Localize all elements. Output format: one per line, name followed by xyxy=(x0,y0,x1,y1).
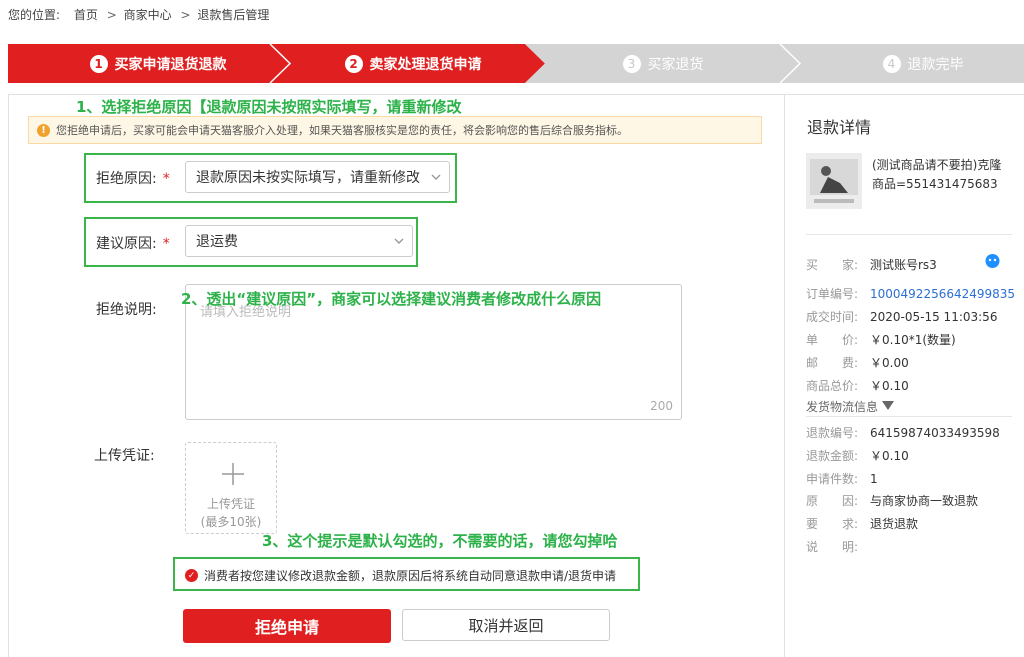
info-refund-number: 退款编号: 64159874033493598 xyxy=(806,426,1000,440)
logistics-toggle[interactable]: 发货物流信息 xyxy=(806,398,894,415)
auto-agree-checkbox[interactable]: ✓ 消费者按您建议修改退款金额，退款原因后将系统自动同意退款申请/退货申请 xyxy=(185,567,616,584)
step-3-number: 3 xyxy=(622,54,641,73)
info-order-number: 订单编号: 1000492256642499835 xyxy=(806,287,1016,301)
breadcrumb-mid[interactable]: 商家中心 xyxy=(124,8,172,22)
product-name[interactable]: (测试商品请不要拍)克隆商品=551431475683 xyxy=(872,156,1012,194)
breadcrumb-current: 退款售后管理 xyxy=(197,8,270,22)
step-1-label: 买家申请退货退款 xyxy=(114,56,227,73)
product-image-icon xyxy=(806,153,862,209)
reject-reason-label: 拒绝原因: * xyxy=(96,171,170,187)
step-1: 1 买家申请退货退款 xyxy=(68,44,248,83)
warning-banner: ! 您拒绝申请后，买家可能会申请天猫客服介入处理，如果天猫客服核实是您的责任，将… xyxy=(28,116,762,144)
reject-reason-value: 退款原因未按实际填写，请重新修改 xyxy=(196,170,420,186)
upload-limit: (最多10张) xyxy=(200,515,262,529)
upload-button[interactable]: 上传凭证 (最多10张) xyxy=(185,442,277,534)
breadcrumb-sep: > xyxy=(180,8,191,22)
side-divider xyxy=(806,234,1012,235)
info-request: 要 求: 退货退款 xyxy=(806,517,919,531)
product-thumbnail[interactable] xyxy=(806,153,862,209)
chevron-down-icon xyxy=(394,238,404,244)
suggest-reason-label: 建议原因: * xyxy=(96,236,170,252)
step-2-number: 2 xyxy=(344,54,363,73)
reject-button[interactable]: 拒绝申请 xyxy=(183,609,391,643)
upload-label: 上传凭证: xyxy=(94,448,155,464)
side-divider xyxy=(806,416,1012,417)
suggest-reason-value: 退运费 xyxy=(196,234,238,250)
step-4-label: 退款完毕 xyxy=(907,56,964,73)
warning-text: 您拒绝申请后，买家可能会申请天猫客服介入处理，如果天猫客服核实是您的责任，将会影… xyxy=(56,124,628,137)
info-note: 说 明: xyxy=(806,540,859,554)
info-total: 商品总价: ￥0.10 xyxy=(806,379,909,393)
warning-icon: ! xyxy=(37,123,50,137)
suggest-reason-select[interactable]: 退运费 xyxy=(185,225,413,257)
cancel-return-button[interactable]: 取消并返回 xyxy=(402,609,610,641)
breadcrumb: 您的位置: 首页 > 商家中心 > 退款售后管理 xyxy=(8,6,271,23)
explain-char-count: 200 xyxy=(650,399,673,413)
step-2: 2 卖家处理退货申请 xyxy=(323,44,503,83)
breadcrumb-home[interactable]: 首页 xyxy=(74,8,98,22)
step-3-label: 买家退货 xyxy=(647,56,704,73)
info-shipping: 邮 费: ￥0.00 xyxy=(806,356,909,370)
step-4-number: 4 xyxy=(882,54,901,73)
chevron-down-icon xyxy=(431,174,441,180)
info-unit-price: 单 价: ￥0.10*1(数量) xyxy=(806,333,956,347)
chat-icon[interactable] xyxy=(984,252,1001,269)
triangle-down-icon xyxy=(881,401,894,410)
check-icon: ✓ xyxy=(185,569,198,582)
reject-reason-select[interactable]: 退款原因未按实际填写，请重新修改 xyxy=(185,161,450,193)
breadcrumb-prefix: 您的位置: xyxy=(8,8,61,22)
info-buyer: 买 家: 测试账号rs3 xyxy=(806,258,937,272)
plus-icon xyxy=(222,463,244,485)
info-refund-amount: 退款金额: ￥0.10 xyxy=(806,449,909,463)
info-quantity: 申请件数: 1 xyxy=(806,472,878,486)
breadcrumb-sep: > xyxy=(106,8,117,22)
progress-steps: 1 买家申请退货退款 2 卖家处理退货申请 3 买家退货 4 退款完毕 xyxy=(8,44,1024,83)
annotation-2: 2、透出“建议原因”，商家可以选择建议消费者修改成什么原因 xyxy=(181,290,602,308)
info-reason: 原 因: 与商家协商一致退款 xyxy=(806,494,979,508)
info-deal-time: 成交时间: 2020-05-15 11:03:56 xyxy=(806,310,998,324)
upload-text: 上传凭证 xyxy=(206,497,255,511)
step-4: 4 退款完毕 xyxy=(868,44,978,83)
refund-detail-title: 退款详情 xyxy=(807,118,872,137)
annotation-3: 3、这个提示是默认勾选的，不需要的话，请您勾掉哈 xyxy=(262,532,618,550)
step-2-label: 卖家处理退货申请 xyxy=(369,56,482,73)
auto-agree-text: 消费者按您建议修改退款金额，退款原因后将系统自动同意退款申请/退货申请 xyxy=(204,569,617,583)
annotation-1: 1、选择拒绝原因【退款原因未按照实际填写，请重新修改 xyxy=(76,98,462,116)
step-1-number: 1 xyxy=(89,54,108,73)
step-3: 3 买家退货 xyxy=(608,44,718,83)
order-number-link[interactable]: 1000492256642499835 xyxy=(870,287,1015,301)
explain-label: 拒绝说明: xyxy=(96,302,157,318)
